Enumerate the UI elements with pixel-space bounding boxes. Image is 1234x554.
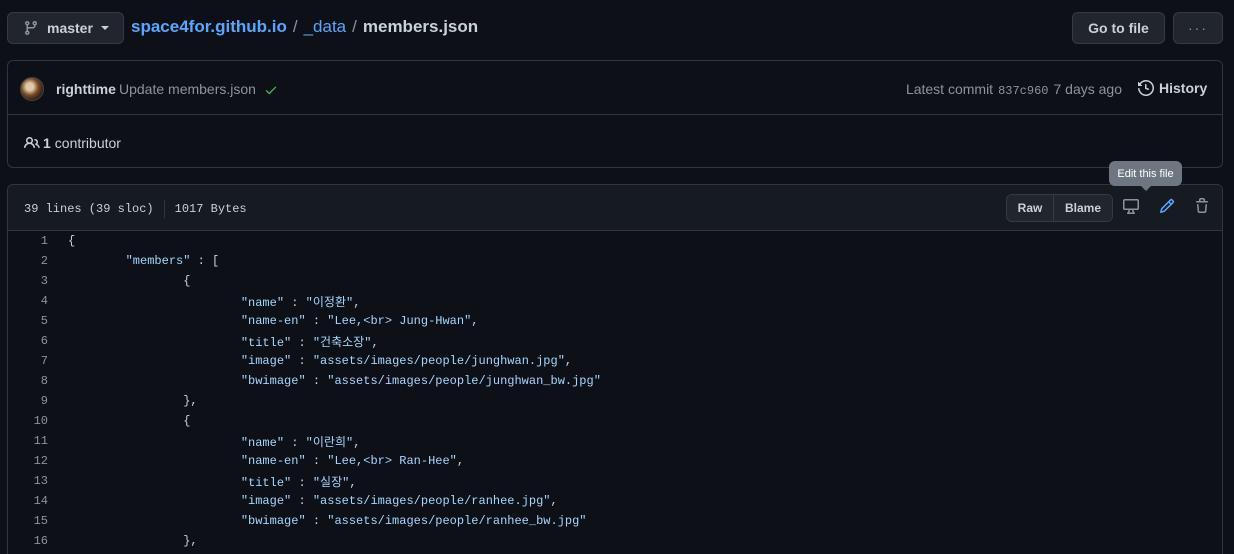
check-icon[interactable] — [264, 83, 278, 97]
code-line: 7 "image" : "assets/images/people/junghw… — [8, 351, 1222, 371]
line-number[interactable]: 8 — [8, 374, 48, 388]
history-icon — [1138, 80, 1154, 96]
code-line-content: "title" : "건축소장", — [240, 335, 379, 350]
code-line: 5 "name-en" : "Lee,<br> Jung-Hwan", — [8, 311, 1222, 331]
raw-button[interactable]: Raw — [1007, 195, 1054, 221]
contributor-label: contributor — [54, 135, 121, 151]
file-lines-info: 39 lines (39 sloc) — [24, 202, 154, 216]
line-number[interactable]: 9 — [8, 394, 48, 408]
divider — [163, 200, 165, 218]
file-viewer: 39 lines (39 sloc) 1017 Bytes Raw Blame … — [7, 184, 1223, 554]
file-size: 1017 Bytes — [174, 202, 247, 216]
history-label: History — [1159, 80, 1208, 96]
code-line: 13 "title" : "실장", — [8, 471, 1222, 491]
code-line: 3 { — [8, 271, 1222, 291]
breadcrumb-separator: / — [352, 17, 357, 36]
breadcrumb-folder-link[interactable]: _data — [304, 17, 347, 37]
raw-blame-button-group: Raw Blame — [1006, 194, 1113, 222]
avatar[interactable] — [20, 77, 44, 101]
code-line-content: { — [68, 414, 191, 428]
line-number[interactable]: 3 — [8, 274, 48, 288]
code-line-content: "bwimage" : "assets/images/people/junghw… — [240, 374, 601, 388]
code-line: 8 "bwimage" : "assets/images/people/jung… — [8, 371, 1222, 391]
chevron-down-icon — [100, 26, 109, 30]
branch-label: master — [47, 20, 93, 36]
code-line: 4 "name" : "이정환", — [8, 291, 1222, 311]
code-line: 6 "title" : "건축소장", — [8, 331, 1222, 351]
desktop-icon[interactable] — [1123, 198, 1139, 214]
code-line: 12 "name-en" : "Lee,<br> Ran-Hee", — [8, 451, 1222, 471]
code-line-content: "name" : "이란희", — [240, 435, 361, 450]
people-icon — [24, 136, 40, 149]
breadcrumb-separator: / — [292, 17, 298, 36]
line-number[interactable]: 13 — [8, 474, 48, 488]
line-number[interactable]: 6 — [8, 334, 48, 348]
breadcrumb: space4for.github.io / _data / members.js… — [131, 17, 478, 37]
file-info: 39 lines (39 sloc) 1017 Bytes — [24, 200, 247, 218]
line-number[interactable]: 16 — [8, 534, 48, 548]
go-to-file-button[interactable]: Go to file — [1072, 12, 1165, 44]
code-line-content: "image" : "assets/images/people/junghwan… — [240, 354, 573, 368]
latest-commit-box: righttime Update members.json Latest com… — [7, 60, 1223, 168]
file-navigation-bar: master space4for.github.io / _data / mem… — [0, 0, 1234, 56]
code-line-content: "name-en" : "Lee,<br> Ran-Hee", — [240, 454, 465, 468]
line-number[interactable]: 1 — [8, 234, 48, 248]
commit-sha-link[interactable]: 837c960 — [998, 84, 1048, 98]
contributor-count: 1 — [43, 135, 51, 151]
code-line-content: "title" : "실장", — [240, 475, 357, 490]
latest-commit-label: Latest commit — [905, 81, 994, 97]
line-number[interactable]: 15 — [8, 514, 48, 528]
code-line: 9 }, — [8, 391, 1222, 411]
contributors-link[interactable]: 1 contributor — [24, 135, 121, 151]
line-number[interactable]: 10 — [8, 414, 48, 428]
line-number[interactable]: 5 — [8, 314, 48, 328]
code-line-content: "name-en" : "Lee,<br> Jung-Hwan", — [240, 314, 479, 328]
code-line: 2 "members" : [ — [8, 251, 1222, 271]
pencil-icon[interactable] — [1159, 198, 1175, 214]
code-line-content: }, — [68, 394, 198, 408]
history-link[interactable]: History — [1138, 80, 1207, 96]
line-number[interactable]: 4 — [8, 294, 48, 308]
commit-row: righttime Update members.json Latest com… — [8, 61, 1222, 115]
commit-time: 7 days ago — [1053, 81, 1123, 97]
git-branch-icon — [24, 21, 37, 36]
code-line: 1{ — [8, 231, 1222, 251]
branch-selector-button[interactable]: master — [7, 12, 124, 44]
code-line-content: "bwimage" : "assets/images/people/ranhee… — [240, 514, 587, 528]
code-line: 11 "name" : "이란희", — [8, 431, 1222, 451]
code-line: 16 }, — [8, 531, 1222, 551]
breadcrumb-file-name: members.json — [362, 17, 479, 36]
line-number[interactable]: 12 — [8, 454, 48, 468]
code-line-content: "name" : "이정환", — [240, 295, 361, 310]
code-line-content: "image" : "assets/images/people/ranhee.j… — [240, 494, 558, 508]
latest-commit-info: Latest commit 837c960 7 days ago — [906, 81, 1122, 98]
code-line: 15 "bwimage" : "assets/images/people/ran… — [8, 511, 1222, 531]
file-header: 39 lines (39 sloc) 1017 Bytes Raw Blame — [8, 185, 1222, 231]
line-number[interactable]: 2 — [8, 254, 48, 268]
commit-message-link[interactable]: Update members.json — [119, 81, 256, 97]
code-line-content: { — [68, 234, 76, 248]
line-number[interactable]: 11 — [8, 434, 48, 448]
more-options-button[interactable]: ··· — [1173, 12, 1223, 44]
line-number[interactable]: 7 — [8, 354, 48, 368]
code-line: 10 { — [8, 411, 1222, 431]
code-line-content: }, — [68, 534, 198, 548]
line-number[interactable]: 14 — [8, 494, 48, 508]
edit-file-tooltip: Edit this file — [1109, 161, 1182, 191]
commit-author-link[interactable]: righttime — [56, 81, 116, 97]
breadcrumb-repo-link[interactable]: space4for.github.io — [131, 17, 287, 37]
code-line-content: { — [68, 274, 191, 288]
code-line-content: "members" : [ — [125, 254, 220, 268]
code-line: 14 "image" : "assets/images/people/ranhe… — [8, 491, 1222, 511]
blame-button[interactable]: Blame — [1054, 195, 1112, 221]
trash-icon[interactable] — [1194, 198, 1210, 214]
code-view: 1{2 "members" : [3 {4 "name" : "이정환", 5 "… — [8, 231, 1222, 551]
